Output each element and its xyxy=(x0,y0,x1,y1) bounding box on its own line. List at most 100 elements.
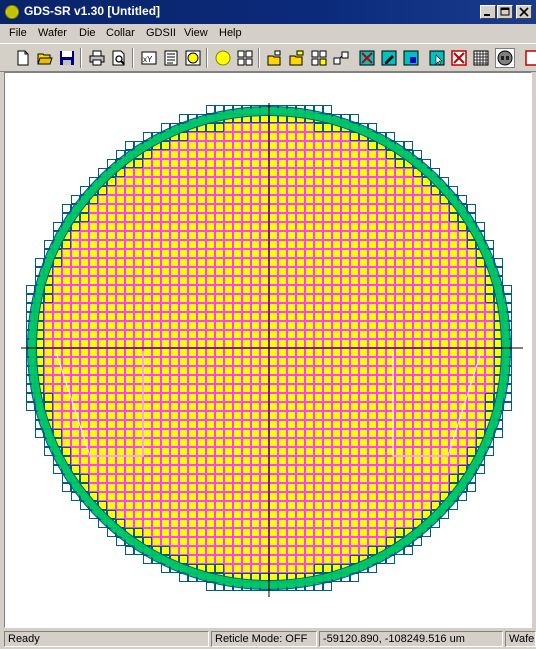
die-cell[interactable] xyxy=(368,186,377,195)
die-cell[interactable] xyxy=(179,231,188,240)
die-cell[interactable] xyxy=(278,474,287,483)
die-cell[interactable] xyxy=(359,276,368,285)
die-cell[interactable] xyxy=(125,465,134,474)
die-cell[interactable] xyxy=(287,321,296,330)
die-cell[interactable] xyxy=(224,438,233,447)
die-cell[interactable] xyxy=(188,150,197,159)
die-cell[interactable] xyxy=(386,285,395,294)
die-cell[interactable] xyxy=(422,501,431,510)
die-cell[interactable] xyxy=(242,330,251,339)
die-cell[interactable] xyxy=(260,240,269,249)
die-cell[interactable] xyxy=(242,213,251,222)
die-cell[interactable] xyxy=(260,420,269,429)
die-cell[interactable] xyxy=(458,249,467,258)
die-cell[interactable] xyxy=(152,177,161,186)
die-cell[interactable] xyxy=(215,402,224,411)
die-cell[interactable] xyxy=(143,330,152,339)
die-cell[interactable] xyxy=(62,402,71,411)
die-cell[interactable] xyxy=(215,555,224,564)
die-cell[interactable] xyxy=(179,168,188,177)
die-cell[interactable] xyxy=(188,240,197,249)
die-cell[interactable] xyxy=(116,465,125,474)
die-cell[interactable] xyxy=(287,339,296,348)
die-cell[interactable] xyxy=(278,357,287,366)
die-cell[interactable] xyxy=(152,411,161,420)
die-cell[interactable] xyxy=(386,249,395,258)
die-cell[interactable] xyxy=(125,240,134,249)
die-cell[interactable] xyxy=(269,510,278,519)
die-cell[interactable] xyxy=(278,168,287,177)
die-cell[interactable] xyxy=(224,465,233,474)
die-cell[interactable] xyxy=(305,420,314,429)
die-cell[interactable] xyxy=(287,564,296,573)
die-cell[interactable] xyxy=(260,492,269,501)
die-cell[interactable] xyxy=(251,159,260,168)
die-cell[interactable] xyxy=(359,339,368,348)
die-cell[interactable] xyxy=(206,285,215,294)
die-cell[interactable] xyxy=(404,429,413,438)
die-cell[interactable] xyxy=(116,402,125,411)
edge-die-cell[interactable] xyxy=(404,141,413,150)
die-cell[interactable] xyxy=(440,384,449,393)
die-cell[interactable] xyxy=(107,438,116,447)
die-cell[interactable] xyxy=(359,312,368,321)
die-cell[interactable] xyxy=(278,249,287,258)
die-cell[interactable] xyxy=(242,186,251,195)
edge-die-cell[interactable] xyxy=(323,582,332,591)
die-cell[interactable] xyxy=(107,348,116,357)
die-cell[interactable] xyxy=(116,339,125,348)
die-cell[interactable] xyxy=(305,294,314,303)
die-cell[interactable] xyxy=(296,177,305,186)
die-cell[interactable] xyxy=(224,366,233,375)
die-cell[interactable] xyxy=(404,438,413,447)
die-cell[interactable] xyxy=(161,204,170,213)
die-cell[interactable] xyxy=(323,258,332,267)
die-cell[interactable] xyxy=(197,204,206,213)
die-cell[interactable] xyxy=(422,294,431,303)
die-cell[interactable] xyxy=(332,285,341,294)
die-cell[interactable] xyxy=(404,195,413,204)
die-cell[interactable] xyxy=(134,249,143,258)
die-cell[interactable] xyxy=(233,492,242,501)
die-cell[interactable] xyxy=(206,132,215,141)
die-cell[interactable] xyxy=(377,393,386,402)
die-cell[interactable] xyxy=(332,393,341,402)
die-cell[interactable] xyxy=(242,204,251,213)
die-cell[interactable] xyxy=(161,519,170,528)
die-cell[interactable] xyxy=(161,357,170,366)
die-cell[interactable] xyxy=(314,483,323,492)
die-cell[interactable] xyxy=(359,321,368,330)
die-cell[interactable] xyxy=(314,294,323,303)
die-cell[interactable] xyxy=(278,294,287,303)
die-cell[interactable] xyxy=(332,519,341,528)
die-cell[interactable] xyxy=(341,231,350,240)
die-cell[interactable] xyxy=(260,141,269,150)
die-cell[interactable] xyxy=(350,420,359,429)
die-cell[interactable] xyxy=(395,339,404,348)
die-cell[interactable] xyxy=(152,348,161,357)
die-cell[interactable] xyxy=(134,474,143,483)
die-cell[interactable] xyxy=(440,267,449,276)
die-cell[interactable] xyxy=(341,141,350,150)
die-cell[interactable] xyxy=(341,222,350,231)
die-cell[interactable] xyxy=(260,330,269,339)
die-cell[interactable] xyxy=(269,132,278,141)
die-cell[interactable] xyxy=(206,483,215,492)
die-cell[interactable] xyxy=(440,375,449,384)
die-cell[interactable] xyxy=(260,393,269,402)
die-cell[interactable] xyxy=(125,303,134,312)
die-cell[interactable] xyxy=(242,429,251,438)
die-cell[interactable] xyxy=(323,555,332,564)
die-cell[interactable] xyxy=(206,474,215,483)
edge-die-cell[interactable] xyxy=(503,285,512,294)
die-cell[interactable] xyxy=(215,375,224,384)
die-cell[interactable] xyxy=(368,492,377,501)
die-cell[interactable] xyxy=(467,321,476,330)
wafer-map-canvas[interactable] xyxy=(5,73,531,627)
die-cell[interactable] xyxy=(242,321,251,330)
die-cell[interactable] xyxy=(467,285,476,294)
die-cell[interactable] xyxy=(197,357,206,366)
die-cell[interactable] xyxy=(233,438,242,447)
die-cell[interactable] xyxy=(125,474,134,483)
die-cell[interactable] xyxy=(359,429,368,438)
